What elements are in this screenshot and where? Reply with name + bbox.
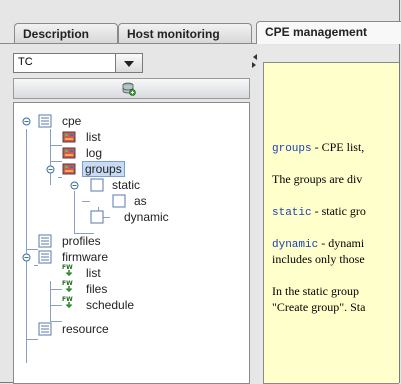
doc-line-groups: groups - CPE list, (272, 139, 364, 157)
tree-node-label: log (86, 146, 103, 160)
doc-keyword-static: static (272, 207, 312, 219)
panel-splitter[interactable] (250, 45, 259, 384)
list-icon (38, 114, 52, 128)
right-panel: groups - CPE list, The groups are div st… (259, 46, 399, 384)
tab-cpe-management[interactable]: CPE management (256, 21, 401, 44)
table-icon (62, 147, 76, 159)
tree-node-profiles[interactable]: profiles (14, 233, 134, 249)
expand-toggle-icon[interactable] (46, 165, 55, 174)
list-icon (38, 250, 52, 264)
tab-description[interactable]: Description (14, 23, 118, 43)
firmware-icon: FW (62, 296, 73, 309)
description-document: groups - CPE list, The groups are div st… (263, 62, 399, 384)
doc-keyword-dynamic: dynamic (272, 239, 319, 251)
firmware-icon: FW (62, 280, 73, 293)
svg-text:FW: FW (62, 296, 73, 303)
group-icon (90, 178, 104, 192)
doc-line-dynamic-2: includes only those (272, 252, 365, 266)
tab-host-monitoring[interactable]: Host monitoring (118, 23, 252, 43)
cpe-tree[interactable]: cpe list log groups static as dynamic pr… (13, 102, 250, 384)
chevron-down-icon[interactable] (115, 54, 142, 72)
collapse-arrows-icon[interactable] (251, 53, 258, 69)
firmware-icon: FW (62, 264, 73, 277)
tree-node-label: resource (62, 322, 109, 336)
tree-node-dynamic[interactable]: dynamic (14, 209, 184, 225)
filter-combo[interactable]: TC (13, 53, 143, 73)
table-icon (62, 163, 76, 175)
tree-node-label: static (112, 178, 141, 192)
tree-connector (26, 339, 38, 340)
tree-node-static[interactable]: static (14, 177, 164, 193)
refresh-button[interactable] (13, 78, 250, 99)
list-icon (38, 322, 52, 336)
tree-node-cpe[interactable]: cpe (14, 113, 134, 129)
table-icon (62, 131, 76, 143)
tree-node-groups[interactable]: groups (14, 161, 164, 177)
doc-text: - CPE list, (311, 140, 365, 154)
tree-node-firmware-schedule[interactable]: FW schedule (14, 296, 164, 313)
svg-text:FW: FW (62, 280, 73, 287)
database-refresh-icon (122, 82, 136, 96)
filter-combo-value: TC (18, 56, 33, 68)
doc-line-static-group-2: "Create group". Sta (272, 300, 366, 314)
tree-node-label: cpe (62, 114, 82, 128)
doc-text: - dynami (318, 236, 365, 250)
expand-toggle-icon[interactable] (22, 117, 31, 126)
doc-line-static-group-1: In the static group (272, 284, 359, 298)
tree-node-label: schedule (86, 298, 135, 312)
tree-node-label: list (86, 130, 101, 144)
left-panel: TC cpe list log groups static as dynamic… (13, 45, 250, 384)
doc-text: - static gro (311, 204, 366, 218)
tree-node-label: as (134, 194, 147, 208)
doc-line-static: static - static gro (272, 203, 366, 221)
expand-toggle-icon[interactable] (70, 181, 79, 190)
tree-node-label: profiles (62, 234, 101, 248)
doc-line-groups-div: The groups are div (272, 172, 363, 186)
tree-node-resource[interactable]: resource (14, 321, 134, 337)
tree-node-as[interactable]: as (14, 193, 164, 209)
group-icon (90, 210, 104, 224)
tree-node-label: files (86, 282, 108, 296)
list-icon (38, 234, 52, 248)
svg-text:FW: FW (62, 264, 73, 271)
tree-node-label-selected: groups (82, 161, 125, 177)
tree-node-list[interactable]: list (14, 129, 134, 145)
doc-keyword-groups: groups (272, 143, 312, 155)
group-icon (112, 194, 126, 208)
tree-node-label: dynamic (124, 210, 169, 224)
tree-node-label: list (86, 266, 101, 280)
tree-node-log[interactable]: log (14, 145, 134, 161)
expand-toggle-icon[interactable] (22, 253, 31, 262)
